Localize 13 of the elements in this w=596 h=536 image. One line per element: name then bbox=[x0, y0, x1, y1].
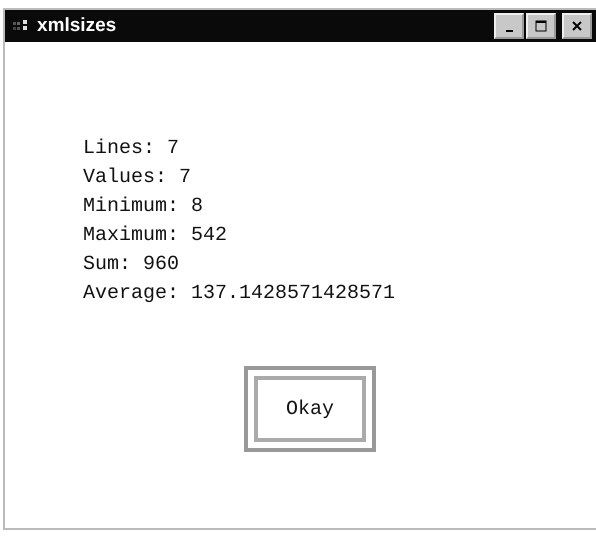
maximize-button[interactable] bbox=[526, 13, 556, 39]
window-title: xmlsizes bbox=[37, 15, 116, 37]
stat-line: Average: 137.1428571428571 bbox=[83, 281, 396, 307]
close-button[interactable] bbox=[562, 13, 592, 39]
minimize-icon bbox=[506, 30, 512, 32]
stat-line: Minimum: 8 bbox=[83, 194, 204, 220]
stat-line: Maximum: 542 bbox=[83, 223, 228, 249]
okay-button[interactable]: Okay bbox=[244, 366, 376, 452]
stat-line: Sum: 960 bbox=[83, 252, 180, 278]
stat-line: Lines: 7 bbox=[83, 136, 180, 162]
maximize-icon bbox=[534, 19, 548, 33]
stat-line: Values: 7 bbox=[83, 165, 192, 191]
close-icon bbox=[570, 19, 584, 33]
